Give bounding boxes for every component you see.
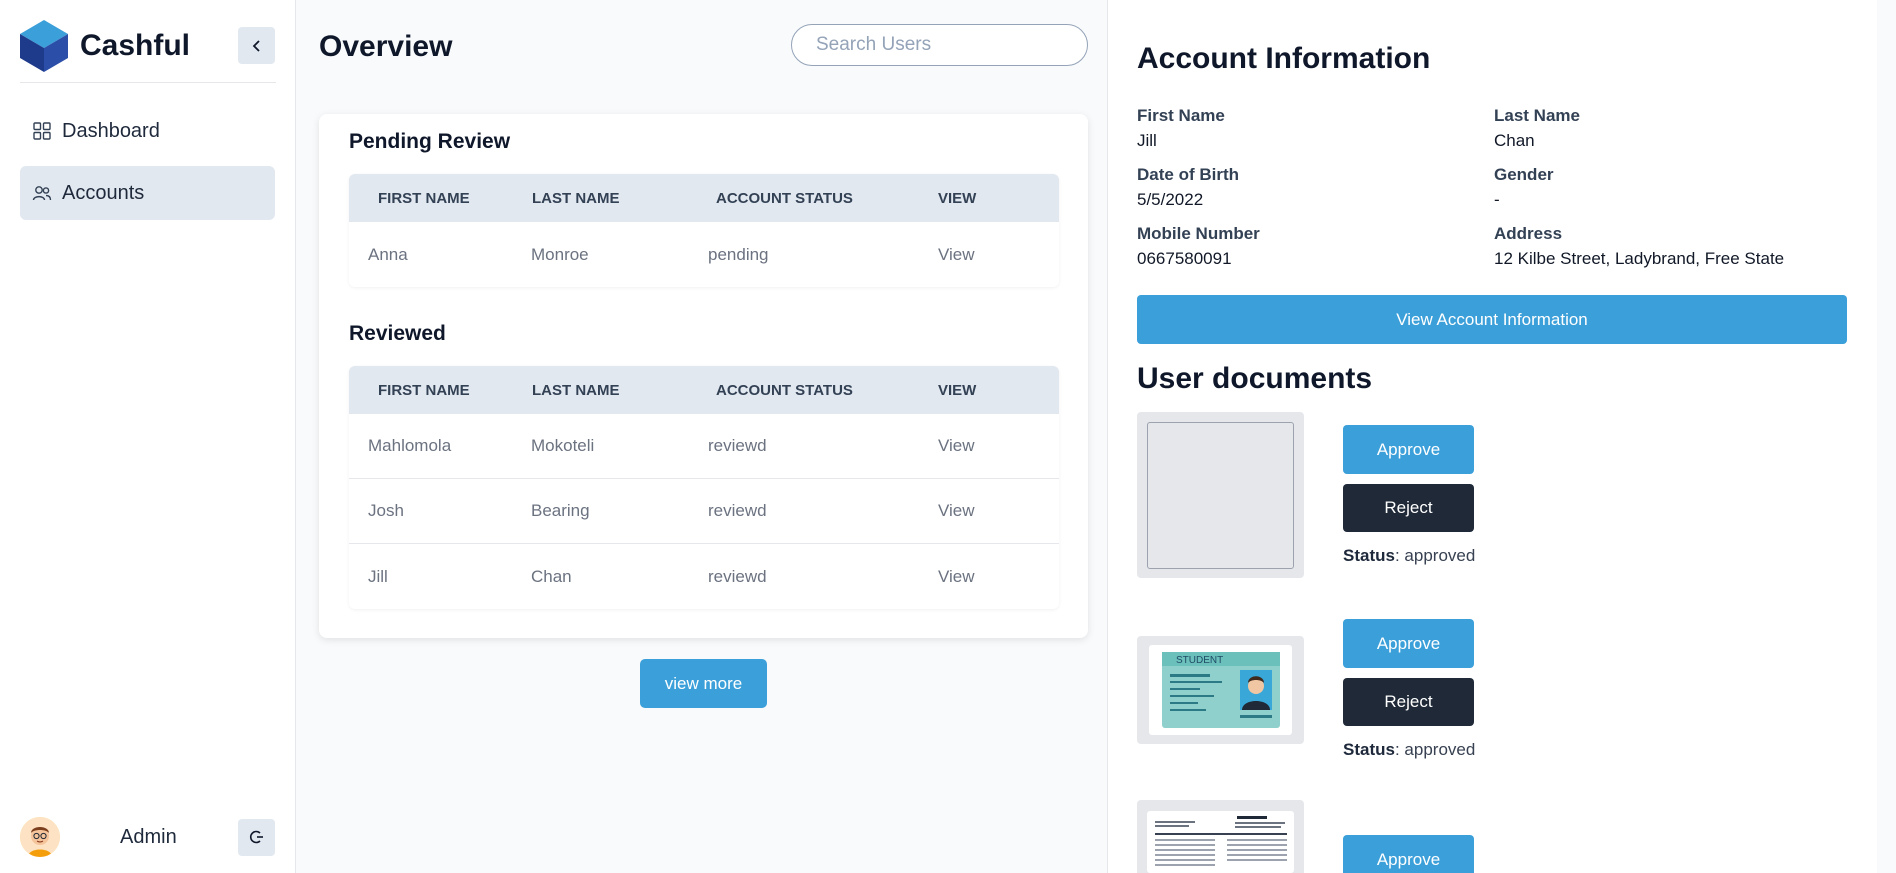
sidebar-item-label: Accounts <box>62 181 145 204</box>
status-cell: pending <box>708 244 769 264</box>
pending-review-table: FIRST NAME LAST NAME ACCOUNT STATUS VIEW… <box>349 174 1059 287</box>
avatar[interactable] <box>20 817 60 857</box>
logout-button[interactable] <box>238 818 275 856</box>
address-label: Address <box>1494 224 1563 243</box>
last-name-cell: Chan <box>531 566 572 586</box>
status-value: approved <box>1404 740 1476 759</box>
address-value: 12 Kilbe Street, Ladybrand, Free State <box>1494 249 1785 268</box>
column-header[interactable]: VIEW <box>938 382 1059 399</box>
search-input[interactable] <box>791 24 1088 66</box>
dob-value: 5/5/2022 <box>1137 190 1204 209</box>
reject-button[interactable]: Reject <box>1343 678 1474 726</box>
gender-label: Gender <box>1494 165 1554 184</box>
last-name-cell: Monroe <box>531 244 589 264</box>
column-header[interactable]: LAST NAME <box>531 382 708 399</box>
logout-icon <box>249 830 263 844</box>
document-status: Status: approved <box>1343 546 1476 565</box>
table-row[interactable]: Josh Bearing reviewd View <box>349 479 1059 544</box>
last-name-label: Last Name <box>1494 106 1580 125</box>
reject-button[interactable]: Reject <box>1343 484 1474 532</box>
view-account-information-button[interactable]: View Account Information <box>1137 295 1847 344</box>
view-link[interactable]: View <box>938 436 1059 456</box>
approve-button[interactable]: Approve <box>1343 619 1474 668</box>
view-link[interactable]: View <box>938 501 1059 521</box>
column-header[interactable]: VIEW <box>938 190 1059 207</box>
cashful-logo-icon <box>20 20 68 72</box>
sidebar-item-dashboard[interactable]: Dashboard <box>20 104 275 158</box>
brand[interactable]: Cashful <box>20 20 190 72</box>
account-info-title: Account Information <box>1137 42 1431 75</box>
view-link[interactable]: View <box>938 567 1059 587</box>
user-name: Admin <box>120 825 177 848</box>
document-image-blank <box>1147 421 1294 569</box>
table-row[interactable]: Jill Chan reviewd View <box>349 544 1059 609</box>
student-id-card-graphic: STUDENT <box>1161 652 1280 728</box>
sidebar-user: Admin <box>20 815 276 859</box>
document-thumbnail[interactable] <box>1137 412 1304 578</box>
view-more-button[interactable]: view more <box>640 659 767 708</box>
first-name-cell: Anna <box>368 244 408 264</box>
status-cell: reviewd <box>708 501 767 520</box>
chevron-left-icon <box>252 39 260 52</box>
avatar-image <box>20 817 60 857</box>
grid-icon <box>33 122 51 140</box>
page-title: Overview <box>319 30 453 63</box>
mobile-label: Mobile Number <box>1137 224 1260 243</box>
status-label: Status <box>1343 740 1395 759</box>
approve-button[interactable]: Approve <box>1343 425 1474 474</box>
document-lines-graphic <box>1150 813 1291 871</box>
card-title: STUDENT <box>1176 655 1223 666</box>
sidebar: Cashful Dashboard Accounts Admin <box>0 0 296 873</box>
status-label: Status <box>1343 546 1395 565</box>
reviewed-title: Reviewed <box>349 322 446 345</box>
table-row[interactable]: Anna Monroe pending View <box>349 222 1059 287</box>
first-name-cell: Josh <box>368 501 404 520</box>
last-name-cell: Mokoteli <box>531 436 595 455</box>
document-thumbnail[interactable] <box>1137 800 1304 873</box>
table-row[interactable]: Mahlomola Mokoteli reviewd View <box>349 414 1059 479</box>
user-documents-title: User documents <box>1137 362 1373 395</box>
column-header[interactable]: ACCOUNT STATUS <box>708 382 938 399</box>
sidebar-item-label: Dashboard <box>62 119 160 142</box>
users-icon <box>32 186 52 201</box>
brand-name: Cashful <box>80 29 191 62</box>
first-name-value: Jill <box>1137 131 1157 150</box>
table-header: FIRST NAME LAST NAME ACCOUNT STATUS VIEW <box>349 366 1059 414</box>
last-name-value: Chan <box>1494 131 1535 150</box>
status-cell: reviewd <box>708 566 767 586</box>
dob-label: Date of Birth <box>1137 165 1239 184</box>
last-name-cell: Bearing <box>531 501 590 520</box>
pending-review-title: Pending Review <box>349 130 511 153</box>
table-header: FIRST NAME LAST NAME ACCOUNT STATUS VIEW <box>349 174 1059 222</box>
first-name-cell: Mahlomola <box>368 436 452 455</box>
utility-bill-image <box>1147 811 1294 873</box>
gender-value: - <box>1494 190 1500 209</box>
status-cell: reviewd <box>708 436 767 455</box>
reviewed-table: FIRST NAME LAST NAME ACCOUNT STATUS VIEW… <box>349 366 1059 609</box>
sidebar-divider <box>20 82 276 83</box>
student-card-image: STUDENT <box>1149 645 1292 735</box>
sidebar-item-accounts[interactable]: Accounts <box>20 166 275 220</box>
view-link[interactable]: View <box>938 245 1059 265</box>
column-header[interactable]: FIRST NAME <box>349 382 531 399</box>
first-name-cell: Jill <box>368 566 388 586</box>
mobile-value: 0667580091 <box>1137 249 1232 268</box>
first-name-label: First Name <box>1137 106 1225 125</box>
document-thumbnail[interactable]: STUDENT <box>1137 636 1304 744</box>
collapse-sidebar-button[interactable] <box>238 27 275 64</box>
column-header[interactable]: FIRST NAME <box>349 190 531 207</box>
approve-button[interactable]: Approve <box>1343 835 1474 873</box>
column-header[interactable]: LAST NAME <box>531 190 708 207</box>
column-header[interactable]: ACCOUNT STATUS <box>708 190 938 207</box>
status-value: approved <box>1404 546 1476 565</box>
document-status: Status: approved <box>1343 740 1476 759</box>
